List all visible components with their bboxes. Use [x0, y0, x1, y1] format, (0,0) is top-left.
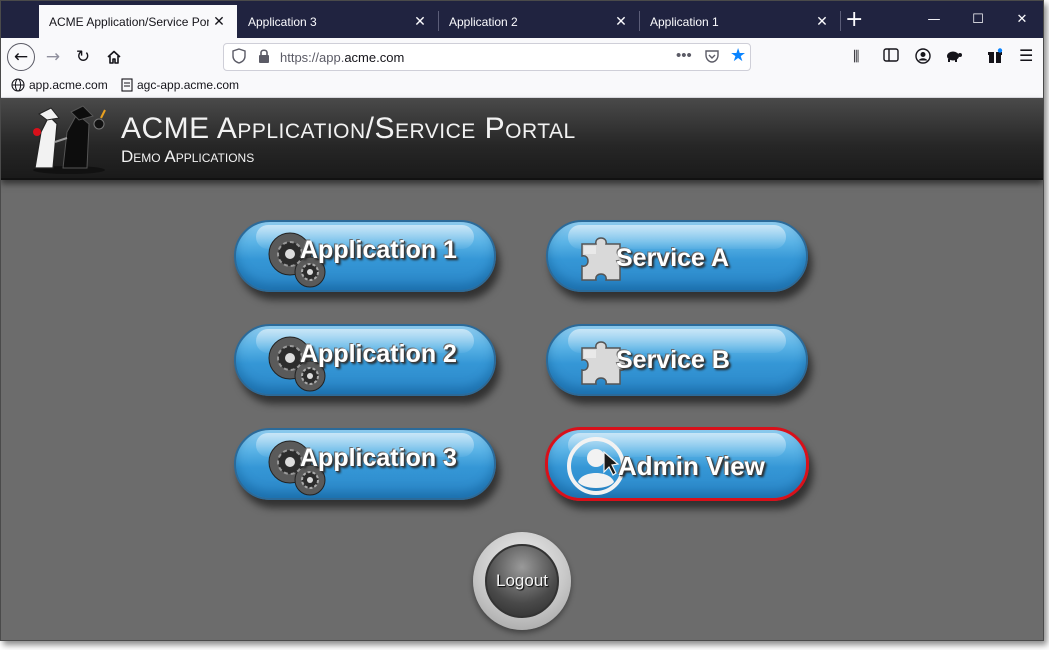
application-2-button[interactable]: Application 2: [234, 324, 496, 396]
reload-icon: ↻: [75, 47, 91, 67]
navigation-toolbar: ← → ↻ https://app.acme.com ••• ★ ⫼ ☰: [1, 38, 1043, 76]
button-label: Application 3: [300, 443, 457, 472]
tab-application-3[interactable]: Application 3 ✕: [238, 5, 438, 38]
close-icon[interactable]: ✕: [814, 13, 830, 29]
bookmark-app-acme[interactable]: app.acme.com: [11, 78, 108, 92]
back-button[interactable]: ←: [7, 43, 35, 71]
service-a-button[interactable]: Service A: [546, 220, 808, 292]
tab-application-2[interactable]: Application 2 ✕: [439, 5, 639, 38]
close-icon[interactable]: ✕: [211, 13, 227, 29]
button-label: Application 1: [300, 235, 457, 264]
bookmark-label: agc-app.acme.com: [137, 78, 240, 92]
home-button[interactable]: [100, 43, 128, 71]
application-1-button[interactable]: Application 1: [234, 220, 496, 292]
bookmark-star-icon[interactable]: ★: [730, 46, 746, 64]
forward-button[interactable]: →: [39, 43, 67, 71]
reload-button[interactable]: ↻: [69, 43, 97, 71]
url-bar[interactable]: https://app.acme.com ••• ★: [223, 43, 751, 71]
home-icon: [107, 50, 121, 64]
globe-icon: [11, 78, 25, 92]
bookmark-agc-app-acme[interactable]: agc-app.acme.com: [121, 78, 239, 92]
page-subtitle: Demo Applications: [121, 147, 255, 166]
tab-title: ACME Application/Service Portal: [49, 14, 209, 29]
bookmarks-toolbar: app.acme.com agc-app.acme.com: [1, 76, 1043, 98]
close-window-button[interactable]: ✕: [1007, 8, 1037, 32]
spy-logo-icon: [33, 105, 106, 174]
library-icon[interactable]: ⫼: [853, 48, 859, 66]
button-label: Admin View: [618, 450, 765, 481]
more-actions-icon[interactable]: •••: [676, 47, 692, 65]
close-icon[interactable]: ✕: [613, 13, 629, 29]
new-tab-button[interactable]: +: [845, 8, 863, 32]
lock-icon[interactable]: [258, 48, 270, 69]
bookmark-label: app.acme.com: [29, 78, 108, 92]
url-domain: acme.com: [344, 50, 405, 65]
logout-button[interactable]: Logout: [485, 544, 559, 618]
tab-separator: [840, 11, 841, 31]
close-icon[interactable]: ✕: [412, 13, 428, 29]
button-label: Service B: [616, 345, 730, 374]
browser-window: ACME Application/Service Portal ✕ Applic…: [0, 0, 1044, 641]
tab-title: Application 2: [449, 14, 518, 29]
url-text[interactable]: https://app.acme.com: [280, 50, 404, 65]
portal-page: ACME Application/Service Portal Demo App…: [1, 98, 1043, 640]
admin-view-button[interactable]: Admin View: [545, 427, 809, 501]
hamburger-menu-icon[interactable]: ☰: [1019, 47, 1033, 65]
page-icon: [121, 78, 133, 92]
tab-application-1[interactable]: Application 1 ✕: [640, 5, 840, 38]
shield-icon[interactable]: [232, 48, 246, 69]
button-label: Application 2: [300, 339, 457, 368]
tab-title: Application 3: [248, 14, 317, 29]
portal-header: ACME Application/Service Portal Demo App…: [1, 98, 1043, 180]
arrow-left-icon: ←: [13, 47, 29, 67]
extensions-gift-icon[interactable]: [987, 48, 1003, 69]
account-icon[interactable]: [915, 48, 931, 69]
logout-label: Logout: [496, 571, 548, 590]
button-label: Service A: [616, 243, 730, 272]
minimize-button[interactable]: —: [919, 8, 949, 32]
url-prefix: https://app.: [280, 50, 345, 65]
extension-turtle-icon[interactable]: [945, 48, 963, 67]
page-title: ACME Application/Service Portal: [121, 112, 576, 145]
admin-user-icon: [567, 437, 625, 495]
service-b-button[interactable]: Service B: [546, 324, 808, 396]
tab-strip: ACME Application/Service Portal ✕ Applic…: [1, 1, 1043, 38]
arrow-right-icon: →: [45, 47, 61, 67]
maximize-button[interactable]: ☐: [963, 8, 993, 32]
application-3-button[interactable]: Application 3: [234, 428, 496, 500]
pocket-icon[interactable]: [704, 48, 720, 69]
tab-title: Application 1: [650, 14, 719, 29]
sidebar-icon[interactable]: [883, 48, 899, 67]
tab-acme-portal[interactable]: ACME Application/Service Portal ✕: [39, 5, 237, 38]
